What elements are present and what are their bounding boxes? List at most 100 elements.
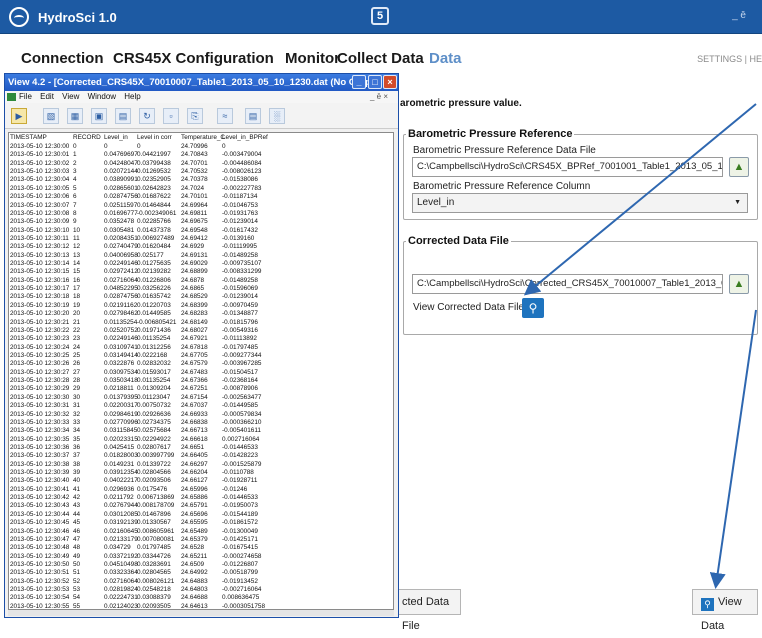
table-row[interactable]: 2013-05-10 12:30:17 17 0.04852295 0.0325622…: [9, 285, 393, 293]
table-row[interactable]: 2013-05-10 12:30:04 4 0.03890991 0.02352905…: [9, 176, 393, 184]
horizontal-scrollbar[interactable]: [8, 610, 394, 616]
table-row[interactable]: 2013-05-10 12:30:15 15 0.02972412 0.0213928…: [9, 268, 393, 276]
table-row[interactable]: 2013-05-10 12:30:47 47 0.02133179 0.0070800…: [9, 536, 393, 544]
table-row[interactable]: 2013-05-10 12:30:36 36 0.0425415 0.02807617…: [9, 444, 393, 452]
menu-help[interactable]: Help: [124, 92, 140, 101]
maximize-icon[interactable]: □: [368, 75, 382, 89]
table-row[interactable]: 2013-05-10 12:30:03 3 0.02072144 0.01269532…: [9, 168, 393, 176]
print-icon[interactable]: ⎘: [187, 108, 203, 124]
window-controls[interactable]: _ ē: [732, 10, 746, 21]
refresh-icon[interactable]: ↻: [139, 108, 155, 124]
table-row[interactable]: 2013-05-10 12:30:48 48 0.034729 0.01797485 2…: [9, 544, 393, 552]
nav-data[interactable]: Data: [429, 50, 462, 67]
corrected-file-input[interactable]: C:\Campbellsci\HydroSci\Corrected_CRS45X…: [412, 274, 723, 294]
table-row[interactable]: 2013-05-10 12:30:45 45 0.03192139 0.0133056…: [9, 519, 393, 527]
table-row[interactable]: 2013-05-10 12:30:37 37 0.01828003 0.0039977…: [9, 452, 393, 460]
document-icon[interactable]: ▫: [163, 108, 179, 124]
table-row[interactable]: 2013-05-10 12:30:38 38 0.0149231 0.01339722…: [9, 461, 393, 469]
open-folder-icon[interactable]: ▶: [11, 108, 27, 124]
table-row[interactable]: 2013-05-10 12:30:51 51 0.03323364 0.0280456…: [9, 569, 393, 577]
table-icon[interactable]: ▣: [91, 108, 107, 124]
col-header-temperature[interactable]: Temperature_C: [181, 133, 225, 143]
table-row[interactable]: 2013-05-10 12:30:53 53 0.02819824 0.0254821…: [9, 586, 393, 594]
baro-browse-folder-icon[interactable]: ▲: [729, 157, 749, 177]
menu-window[interactable]: Window: [88, 92, 116, 101]
graph-icon[interactable]: ≈: [217, 108, 233, 124]
table-row[interactable]: 2013-05-10 12:30:26 26 0.0322876 0.02832032…: [9, 360, 393, 368]
window-switch-icon[interactable]: 5: [371, 7, 389, 25]
nav-collect-data[interactable]: Collect Data: [337, 50, 424, 67]
baro-column-select[interactable]: Level_in ▼: [412, 193, 748, 213]
table-row[interactable]: 2013-05-10 12:30:32 32 0.02984619 0.0292663…: [9, 411, 393, 419]
table-row[interactable]: 2013-05-10 12:30:05 5 0.02865601 0.02642823…: [9, 185, 393, 193]
table-row[interactable]: 2013-05-10 12:30:21 21 0.01135254 -0.006805…: [9, 319, 393, 327]
table-row[interactable]: 2013-05-10 12:30:07 7 0.02511597 0.01464844…: [9, 202, 393, 210]
table-row[interactable]: 2013-05-10 12:30:30 30 0.01379395 0.0112304…: [9, 394, 393, 402]
view-corrected-search-icon[interactable]: ⚲: [522, 298, 544, 318]
child-window-controls[interactable]: _ ē ×: [370, 91, 388, 103]
table-row[interactable]: 2013-05-10 12:30:50 50 0.04510498 0.0328369…: [9, 561, 393, 569]
nav-connection[interactable]: Connection: [21, 50, 104, 67]
view-data-button[interactable]: ⚲ View Data: [692, 589, 758, 632]
table-row[interactable]: 2013-05-10 12:30:14 14 0.02249146 0.0127563…: [9, 260, 393, 268]
table-row[interactable]: 2013-05-10 12:30:28 28 0.03503418 0.0113525…: [9, 377, 393, 385]
table-row[interactable]: 2013-05-10 12:30:19 19 0.02191162 0.0122070…: [9, 302, 393, 310]
col-header-level-corr[interactable]: Level in corr: [137, 133, 172, 143]
table-row[interactable]: 2013-05-10 12:30:39 39 0.03912354 0.0280456…: [9, 469, 393, 477]
menu-edit[interactable]: Edit: [40, 92, 54, 101]
table-row[interactable]: 2013-05-10 12:30:25 25 0.03149414 0.0222168…: [9, 352, 393, 360]
table-row[interactable]: 2013-05-10 12:30:01 1 0.04769697 0.04421997…: [9, 151, 393, 159]
col-header-level-bpref[interactable]: Level_in_BPRef: [222, 133, 268, 143]
menu-file[interactable]: File: [19, 92, 32, 101]
table-row[interactable]: 2013-05-10 12:30:44 44 0.03012085 0.0146789…: [9, 511, 393, 519]
table-row[interactable]: 2013-05-10 12:30:31 31 0.02200317 0.0075073…: [9, 402, 393, 410]
table-row[interactable]: 2013-05-10 12:30:33 33 0.02770996 0.0273437…: [9, 419, 393, 427]
table-row[interactable]: 2013-05-10 12:30:20 20 0.02798462 0.0144958…: [9, 310, 393, 318]
table-row[interactable]: 2013-05-10 12:30:23 23 0.02249146 0.0113525…: [9, 335, 393, 343]
data-grid[interactable]: TIMESTAMP RECORD Level_in Level in corr …: [8, 132, 394, 610]
table-row[interactable]: 2013-05-10 12:30:55 55 0.02124023 0.0209350…: [9, 603, 393, 609]
table-row[interactable]: 2013-05-10 12:30:09 9 0.0352478 0.02285766 2…: [9, 218, 393, 226]
table-row[interactable]: 2013-05-10 12:30:41 41 0.0296936 0.0175476 2…: [9, 486, 393, 494]
table-row[interactable]: 2013-05-10 12:30:18 18 0.02874756 0.0163574…: [9, 293, 393, 301]
columns-icon[interactable]: ▦: [67, 108, 83, 124]
nav-crs45x-configuration[interactable]: CRS45X Configuration: [113, 50, 274, 67]
corrected-browse-folder-icon[interactable]: ▲: [729, 274, 749, 294]
menu-view[interactable]: View: [62, 92, 79, 101]
table-row[interactable]: 2013-05-10 12:30:10 10 0.0305481 0.01437378…: [9, 227, 393, 235]
table-row[interactable]: 2013-05-10 12:30:13 13 0.04006958 0.025177 2…: [9, 252, 393, 260]
histogram-icon[interactable]: ░: [269, 108, 285, 124]
table-row[interactable]: 2013-05-10 12:30:27 27 0.03097534 0.0159301…: [9, 369, 393, 377]
table-row[interactable]: 2013-05-10 12:30:12 12 0.02740479 0.0162048…: [9, 243, 393, 251]
col-header-timestamp[interactable]: TIMESTAMP: [10, 133, 47, 143]
table-row[interactable]: 2013-05-10 12:30:29 29 0.0218811 0.01309204…: [9, 385, 393, 393]
table-row[interactable]: 2013-05-10 12:30:49 49 0.03372192 0.0334472…: [9, 553, 393, 561]
col-header-level[interactable]: Level_in: [104, 133, 128, 143]
table-row[interactable]: 2013-05-10 12:30:08 8 0.01696777 -0.0023490…: [9, 210, 393, 218]
table-row[interactable]: 2013-05-10 12:30:42 42 0.0211792 0.00671386…: [9, 494, 393, 502]
table-row[interactable]: 2013-05-10 12:30:22 22 0.02520752 0.0197143…: [9, 327, 393, 335]
settings-link[interactable]: SETTINGS | HE: [697, 54, 762, 64]
minimize-icon[interactable]: _: [352, 75, 366, 89]
table-row[interactable]: 2013-05-10 12:30:24 24 0.03109741 0.0131225…: [9, 344, 393, 352]
table-row[interactable]: 2013-05-10 12:30:06 6 0.02874756 0.01687622…: [9, 193, 393, 201]
table-row[interactable]: 2013-05-10 12:30:54 54 0.02224731 0.0308837…: [9, 594, 393, 602]
bottom-left-button[interactable]: cted Data File: [393, 589, 461, 632]
table-row[interactable]: 2013-05-10 12:30:34 34 0.03115845 0.0257568…: [9, 427, 393, 435]
table-row[interactable]: 2013-05-10 12:30:52 52 0.02716064 0.0080261…: [9, 578, 393, 586]
table-row[interactable]: 2013-05-10 12:30:35 35 0.02023315 0.0229492…: [9, 436, 393, 444]
rows-icon[interactable]: ▤: [115, 108, 131, 124]
chart-icon[interactable]: ▤: [245, 108, 261, 124]
copy-icon[interactable]: ▧: [43, 108, 59, 124]
close-icon[interactable]: ×: [383, 75, 397, 89]
table-row[interactable]: 2013-05-10 12:30:11 11 0.02084351 0.0069274…: [9, 235, 393, 243]
table-row[interactable]: 2013-05-10 12:30:40 40 0.04022217 0.0209350…: [9, 477, 393, 485]
col-header-record[interactable]: RECORD: [73, 133, 101, 143]
baro-file-input[interactable]: C:\Campbellsci\HydroSci\CRS45X_BPRef_700…: [412, 157, 723, 177]
table-row[interactable]: 2013-05-10 12:30:43 43 0.02767944 0.0081787…: [9, 502, 393, 510]
nav-monitor[interactable]: Monitor: [285, 50, 340, 67]
table-row[interactable]: 2013-05-10 12:30:16 16 0.02716064 0.0122680…: [9, 277, 393, 285]
table-row[interactable]: 2013-05-10 12:30:00 0 0 0 24.70996 0: [9, 143, 393, 151]
table-row[interactable]: 2013-05-10 12:30:46 46 0.02160645 0.0086059…: [9, 528, 393, 536]
table-row[interactable]: 2013-05-10 12:30:02 2 0.04248047 0.03799438…: [9, 160, 393, 168]
